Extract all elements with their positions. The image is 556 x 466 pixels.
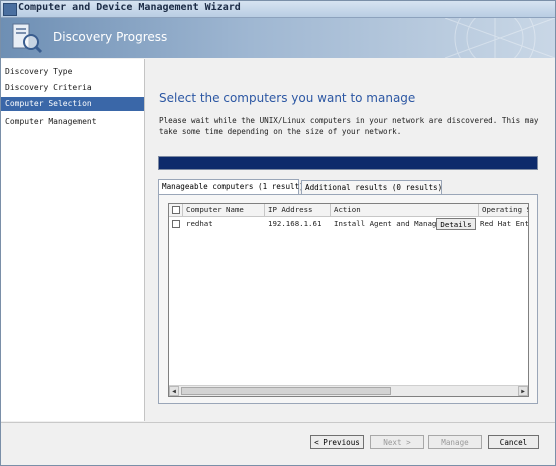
- cell-computer-name: redhat: [186, 219, 213, 228]
- wizard-footer: < Previous Next > Manage Cancel: [1, 422, 555, 465]
- scroll-left-icon[interactable]: ◀: [169, 386, 179, 396]
- discovery-progress-bar: [158, 156, 538, 170]
- cancel-button[interactable]: Cancel: [488, 435, 539, 449]
- header-title: Discovery Progress: [53, 30, 168, 44]
- column-header-computer-name[interactable]: Computer Name: [183, 204, 265, 216]
- cell-operating-system: Red Hat Ent: [480, 219, 528, 228]
- select-all-checkbox[interactable]: [172, 206, 180, 214]
- wizard-window: Computer and Device Management Wizard Di…: [0, 0, 556, 466]
- previous-button[interactable]: < Previous: [310, 435, 364, 449]
- cell-action: Install Agent and Manage: [334, 219, 437, 228]
- horizontal-scrollbar[interactable]: ◀ ▶: [169, 385, 528, 396]
- column-header-operating-system[interactable]: Operating S: [479, 204, 528, 216]
- header-watermark: [444, 18, 555, 58]
- next-button[interactable]: Next >: [370, 435, 424, 449]
- select-all-header: [169, 204, 183, 216]
- computers-grid: Computer Name IP Address Action Operatin…: [168, 203, 529, 397]
- tab-panel: Computer Name IP Address Action Operatin…: [158, 194, 538, 404]
- wizard-nav: Discovery Type Discovery Criteria Comput…: [1, 59, 145, 421]
- row-checkbox[interactable]: [172, 220, 180, 228]
- nav-item-discovery-type[interactable]: Discovery Type: [1, 65, 144, 79]
- nav-item-computer-selection[interactable]: Computer Selection: [1, 97, 144, 111]
- grid-header: Computer Name IP Address Action Operatin…: [169, 204, 528, 217]
- scrollbar-thumb[interactable]: [181, 387, 391, 395]
- title-bar: Computer and Device Management Wizard: [1, 1, 555, 18]
- page-description: Please wait while the UNIX/Linux compute…: [159, 116, 539, 136]
- app-icon: [3, 3, 17, 16]
- column-header-ip-address[interactable]: IP Address: [265, 204, 331, 216]
- table-row[interactable]: redhat 192.168.1.61 Install Agent and Ma…: [169, 217, 528, 231]
- details-button[interactable]: Details: [436, 218, 476, 230]
- window-title: Computer and Device Management Wizard: [18, 2, 241, 13]
- cell-ip-address: 192.168.1.61: [268, 219, 322, 228]
- column-header-action[interactable]: Action: [331, 204, 479, 216]
- main-panel: Select the computers you want to manage …: [145, 59, 555, 421]
- nav-item-discovery-criteria[interactable]: Discovery Criteria: [1, 81, 144, 95]
- computer-search-icon: [12, 23, 43, 54]
- nav-item-computer-management[interactable]: Computer Management: [1, 115, 144, 129]
- wizard-header: Discovery Progress: [1, 18, 555, 58]
- manage-button[interactable]: Manage: [428, 435, 482, 449]
- tab-additional-results[interactable]: Additional results (0 results): [301, 180, 442, 194]
- scroll-right-icon[interactable]: ▶: [518, 386, 528, 396]
- tab-manageable-computers[interactable]: Manageable computers (1 result): [158, 179, 304, 195]
- page-heading: Select the computers you want to manage: [159, 91, 416, 105]
